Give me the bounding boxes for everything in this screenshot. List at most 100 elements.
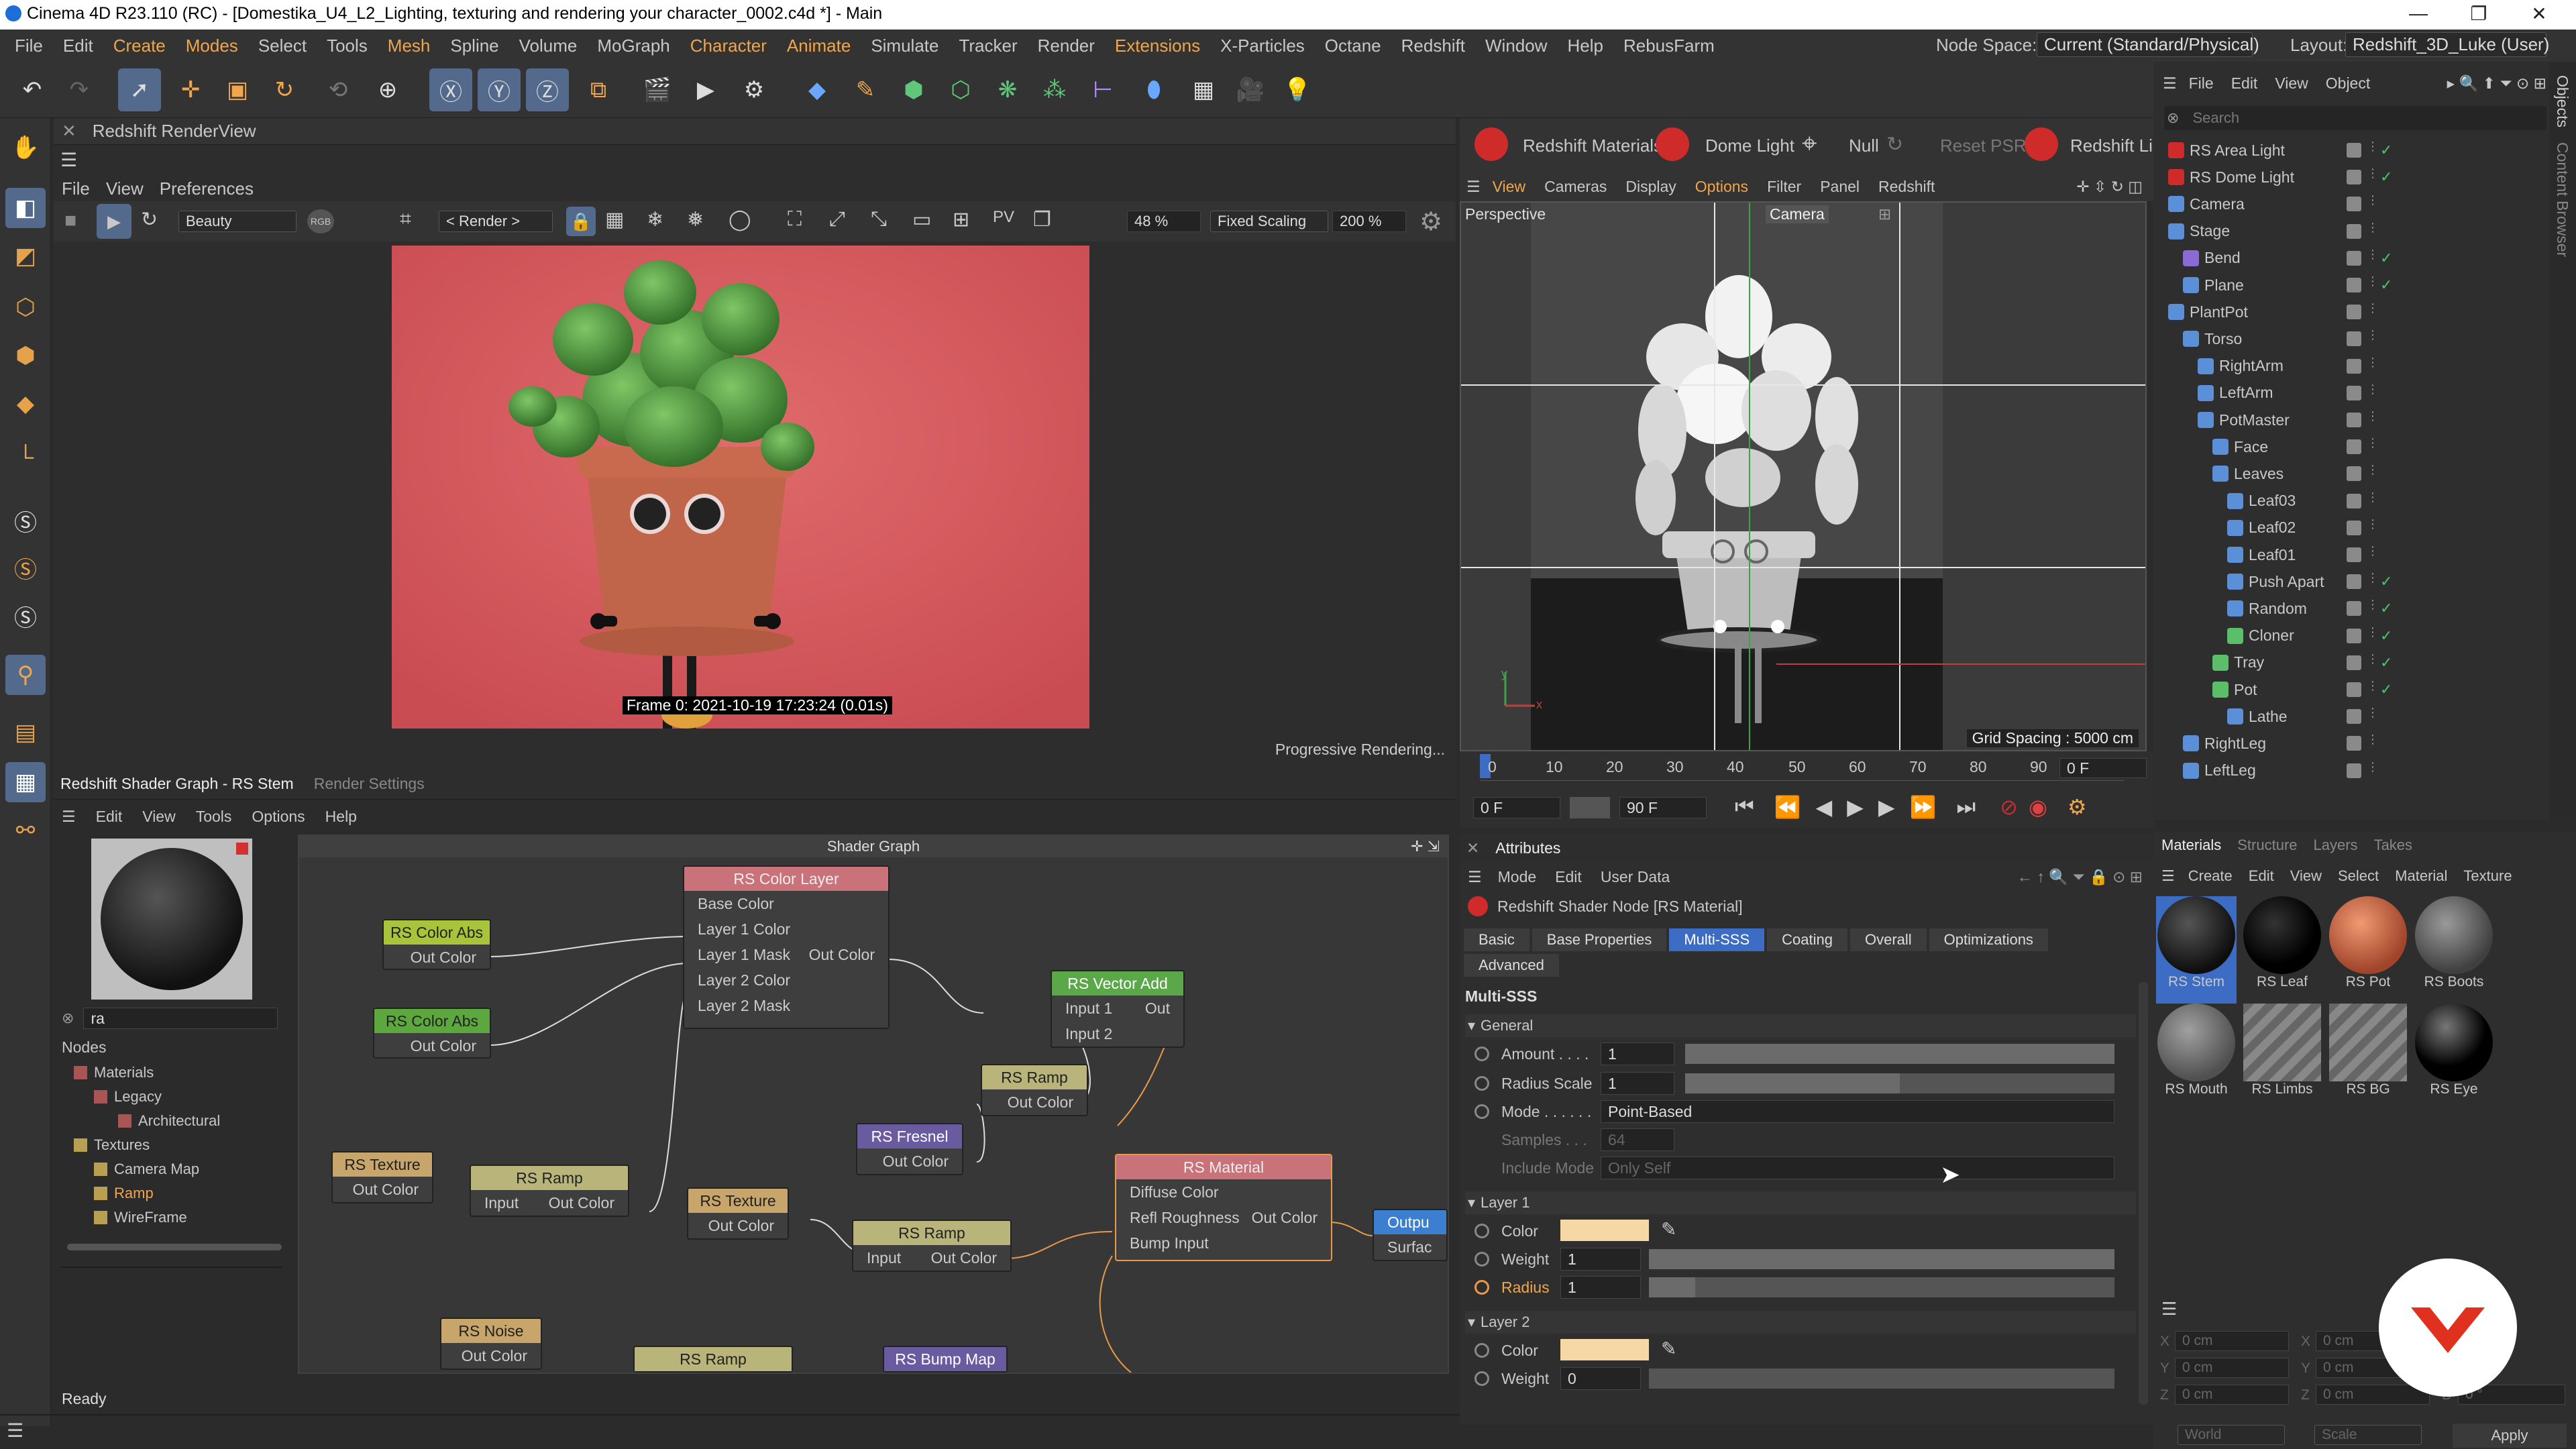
layer-swatch-icon[interactable] xyxy=(2347,278,2361,292)
object-row[interactable]: PotMaster ⋮ xyxy=(2153,407,2576,433)
snap-icon[interactable]: ⚲ xyxy=(5,655,46,695)
close-icon[interactable]: ✕ xyxy=(1466,839,1479,857)
autokey-icon[interactable]: ◉ xyxy=(2029,794,2047,820)
menu-redshift[interactable]: Redshift xyxy=(1401,36,1465,56)
l1-weight-slider[interactable] xyxy=(1649,1249,2114,1269)
sg-menu-view[interactable]: View xyxy=(142,808,175,826)
tree-item-textures[interactable]: Textures xyxy=(74,1136,150,1154)
visibility-dots-icon[interactable]: ⋮ xyxy=(2367,382,2379,396)
redo-icon[interactable]: ↷ xyxy=(58,68,101,111)
node-search-input[interactable]: ra xyxy=(83,1008,278,1029)
attr-nav-icons[interactable]: ← ↑ 🔍 ⏷ 🔒 ⊙ ⊞ xyxy=(2017,868,2143,886)
y-position-field[interactable]: 0 cm xyxy=(2175,1358,2289,1378)
object-row[interactable]: Leaf02 ⋮ xyxy=(2153,515,2576,541)
make-editable-icon[interactable]: ✋ xyxy=(5,127,46,168)
object-name[interactable]: LeftLeg xyxy=(2204,761,2256,780)
om-menu-object[interactable]: Object xyxy=(2326,74,2370,93)
minimize-icon[interactable]: — xyxy=(2388,3,2449,24)
visibility-dots-icon[interactable]: ⋮ xyxy=(2367,517,2379,531)
node-output[interactable]: Outpu Surfac xyxy=(1373,1209,1448,1261)
layer-swatch-icon[interactable] xyxy=(2347,305,2361,320)
group-layer2[interactable]: ▾ Layer 2 xyxy=(1465,1311,2136,1334)
scale-tool-icon[interactable]: ▣ xyxy=(216,68,259,111)
clear-search-icon[interactable]: ⊗ xyxy=(62,1010,74,1027)
render-view-icon[interactable]: ▶ xyxy=(684,68,727,111)
vp-menu-view[interactable]: View xyxy=(1493,178,1525,196)
material-rs-pot[interactable]: RS Pot xyxy=(2328,896,2408,1004)
amount-slider[interactable] xyxy=(1685,1044,2114,1064)
y-axis-lock-icon[interactable]: Ⓨ xyxy=(478,68,521,111)
redshift-light-button[interactable]: Redshift Lig xyxy=(2070,136,2162,156)
include-mode-select[interactable]: Only Self xyxy=(1601,1157,2114,1179)
object-name[interactable]: Tray xyxy=(2234,653,2264,672)
scaling-select[interactable]: Fixed Scaling xyxy=(1210,211,1328,232)
layer-swatch-icon[interactable] xyxy=(2347,358,2361,374)
coordinate-system-icon[interactable]: ⊕ xyxy=(366,68,409,111)
tab-multi-sss[interactable]: Multi-SSS xyxy=(1669,928,1765,951)
mograph-icon[interactable]: ⁂ xyxy=(1033,68,1076,111)
workplane-icon[interactable]: ▤ xyxy=(5,712,46,753)
vp-menu-options[interactable]: Options xyxy=(1695,178,1748,196)
material-rs-leaf[interactable]: RS Leaf xyxy=(2242,896,2322,1004)
light-icon[interactable]: 💡 xyxy=(1276,68,1319,111)
object-name[interactable]: Stage xyxy=(2190,222,2230,240)
om-menu-edit[interactable]: Edit xyxy=(2231,74,2258,93)
menu-rebusfarm[interactable]: RebusFarm xyxy=(1623,36,1715,56)
dome-light-button[interactable]: Dome Light xyxy=(1705,136,1794,156)
port-out-color[interactable]: Out Color xyxy=(333,1177,432,1202)
sg-menu-help[interactable]: Help xyxy=(325,808,357,826)
object-search[interactable]: ⊗ Search xyxy=(2164,106,2546,130)
layer-swatch-icon[interactable] xyxy=(2347,601,2361,616)
visibility-dots-icon[interactable]: ⋮ xyxy=(2367,625,2379,639)
eyedropper-icon[interactable]: ✎ xyxy=(1661,1218,1676,1240)
object-row[interactable]: Torso ⋮ xyxy=(2153,325,2576,352)
tab-overall[interactable]: Overall xyxy=(1849,928,1927,951)
vp-menu-redshift[interactable]: Redshift xyxy=(1878,178,1935,196)
cube-primitive-icon[interactable]: ◆ xyxy=(796,68,839,111)
copy-icon[interactable]: ❐ xyxy=(1033,208,1051,231)
range-slider[interactable] xyxy=(1570,797,1610,818)
go-end-icon[interactable]: ⏭ xyxy=(1956,794,1976,820)
close-icon[interactable]: ✕ xyxy=(2509,3,2569,25)
menu-tools[interactable]: Tools xyxy=(327,36,368,56)
object-row[interactable]: Plane ⋮ ✓ xyxy=(2153,272,2576,299)
circle-icon[interactable]: ◯ xyxy=(729,208,751,231)
fit-icon[interactable]: ⛶ xyxy=(788,208,802,231)
menu-help[interactable]: Help xyxy=(1568,36,1603,56)
object-name[interactable]: Camera xyxy=(2190,195,2245,213)
record-icon[interactable]: ⊘ xyxy=(2000,794,2018,820)
solo-icon[interactable]: Ⓢ xyxy=(5,500,46,541)
visibility-dots-icon[interactable]: ⋮ xyxy=(2367,544,2379,558)
visibility-dots-icon[interactable]: ⋮ xyxy=(2367,274,2379,288)
object-name[interactable]: Face xyxy=(2234,438,2268,456)
object-name[interactable]: LeftArm xyxy=(2219,384,2273,402)
visibility-dots-icon[interactable]: ⋮ xyxy=(2367,328,2379,342)
menu-animate[interactable]: Animate xyxy=(787,36,851,56)
enabled-check-icon[interactable]: ✓ xyxy=(2380,600,2392,617)
layer-swatch-icon[interactable] xyxy=(2347,223,2361,239)
enabled-check-icon[interactable]: ✓ xyxy=(2380,681,2392,698)
3d-viewport[interactable]: Perspective Camera ⊞ y x Grid Spacing : … xyxy=(1460,201,2147,751)
snapshot-icon[interactable]: ⊞ xyxy=(953,208,969,231)
visibility-dots-icon[interactable]: ⋮ xyxy=(2367,733,2379,747)
material-rs-eye[interactable]: RS Eye xyxy=(2414,1004,2494,1111)
l1-weight-field[interactable]: 1 xyxy=(1560,1248,1641,1271)
mat-menu-select[interactable]: Select xyxy=(2338,867,2379,885)
stop-icon[interactable]: ■ xyxy=(64,209,76,232)
time-ruler[interactable]: 0 10 20 30 40 50 60 70 80 90 xyxy=(1480,753,2124,781)
layer-swatch-icon[interactable] xyxy=(2347,628,2361,643)
object-name[interactable]: Plane xyxy=(2204,276,2244,294)
object-name[interactable]: Cloner xyxy=(2249,627,2294,645)
enabled-check-icon[interactable]: ✓ xyxy=(2380,573,2392,590)
object-name[interactable]: Push Apart xyxy=(2249,573,2324,591)
object-name[interactable]: Bend xyxy=(2204,249,2241,267)
port-bump-input[interactable]: Bump Input xyxy=(1116,1230,1331,1256)
refresh-icon[interactable]: ↻ xyxy=(141,208,158,231)
radius-scale-slider[interactable] xyxy=(1685,1073,2114,1093)
port-input[interactable]: Input Out Color xyxy=(853,1245,1010,1271)
om-menu-file[interactable]: File xyxy=(2189,74,2214,93)
rv-menu-preferences[interactable]: Preferences xyxy=(160,178,254,199)
render-settings-tab[interactable]: Render Settings xyxy=(314,775,425,793)
visibility-dots-icon[interactable]: ⋮ xyxy=(2367,490,2379,504)
mode-keyframe[interactable] xyxy=(1474,1104,1489,1119)
